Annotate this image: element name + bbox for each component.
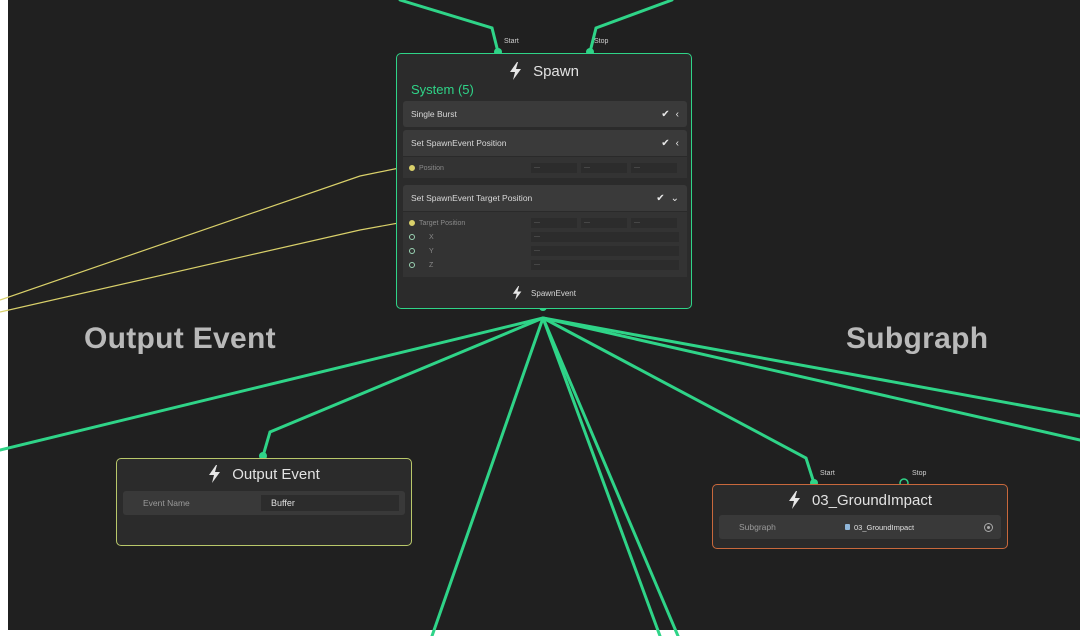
block-title: Single Burst xyxy=(411,109,457,119)
target-y-row: Y — xyxy=(403,244,687,258)
target-y-field[interactable]: — xyxy=(581,218,627,228)
sub-label: Z xyxy=(429,261,434,269)
block-single-burst[interactable]: Single Burst ✔ ‹ xyxy=(403,101,687,127)
lightning-bolt-icon xyxy=(209,465,221,483)
subgraph-port-stop-label: Stop xyxy=(912,470,927,477)
target-y-value[interactable]: — xyxy=(531,246,679,256)
checkmark-icon[interactable]: ✔ xyxy=(661,109,669,120)
settings-icon[interactable] xyxy=(984,522,993,532)
subgraph-field-row: Subgraph 03_GroundImpact xyxy=(719,515,1001,539)
lightning-bolt-icon xyxy=(510,62,522,80)
subgraph-port-start-label: Start xyxy=(820,470,835,477)
sub-label: X xyxy=(429,233,434,241)
port-icon[interactable] xyxy=(409,248,415,254)
position-property: Position — — — xyxy=(403,161,687,175)
target-z-field[interactable]: — xyxy=(631,218,677,228)
port-icon[interactable] xyxy=(409,234,415,240)
wire-down-right-1 xyxy=(541,316,662,636)
position-z-field[interactable]: — xyxy=(631,163,677,173)
block-set-spawnevent-target-position[interactable]: Set SpawnEvent Target Position ✔ ⌄ Targe… xyxy=(403,185,687,277)
output-event-title: Output Event xyxy=(232,465,320,483)
port-icon[interactable] xyxy=(409,220,415,226)
chevron-down-icon[interactable]: ⌄ xyxy=(671,193,679,204)
system-label: System (5) xyxy=(411,82,474,97)
sub-label: Y xyxy=(429,247,434,255)
wire-down-right-2 xyxy=(541,316,680,636)
spawn-node[interactable]: Spawn System (5) Single Burst ✔ ‹ Set Sp… xyxy=(396,53,692,309)
wire-down-left xyxy=(430,316,545,636)
event-name-label: Event Name xyxy=(143,498,190,508)
subgraph-header[interactable]: 03_GroundImpact xyxy=(713,491,1007,509)
port-icon[interactable] xyxy=(409,165,415,171)
position-x-field[interactable]: — xyxy=(531,163,577,173)
block-title: Set SpawnEvent Position xyxy=(411,138,507,148)
lightning-bolt-icon xyxy=(512,286,522,300)
spawn-output-port[interactable]: SpawnEvent xyxy=(397,286,691,300)
target-x-field[interactable]: — xyxy=(531,218,577,228)
output-event-header[interactable]: Output Event xyxy=(117,465,411,483)
block-set-spawnevent-position[interactable]: Set SpawnEvent Position ✔ ‹ Position — —… xyxy=(403,130,687,178)
port-icon[interactable] xyxy=(409,262,415,268)
subgraph-asset-name: 03_GroundImpact xyxy=(854,522,915,532)
spawn-node-title: Spawn xyxy=(533,62,579,80)
subgraph-node[interactable]: 03_GroundImpact Subgraph 03_GroundImpact xyxy=(712,484,1008,549)
spawnevent-label: SpawnEvent xyxy=(531,288,576,298)
asset-icon xyxy=(845,524,850,530)
target-position-property: Target Position — — — xyxy=(403,216,687,230)
property-label: Target Position xyxy=(419,219,466,227)
chevron-left-icon[interactable]: ‹ xyxy=(676,109,679,120)
property-label: Position xyxy=(419,164,444,172)
event-name-field[interactable]: Buffer xyxy=(261,495,399,511)
wire-target-position-input xyxy=(0,221,405,313)
subgraph-asset-field[interactable]: 03_GroundImpact xyxy=(845,523,914,532)
spawn-port-start-label: Start xyxy=(504,38,519,45)
target-z-row: Z — xyxy=(403,258,687,272)
lightning-bolt-icon xyxy=(788,491,800,509)
wire-to-right-1 xyxy=(541,316,1080,418)
target-x-row: X — xyxy=(403,230,687,244)
target-z-value[interactable]: — xyxy=(531,260,679,270)
subgraph-field-label: Subgraph xyxy=(739,522,776,532)
section-title-subgraph: Subgraph xyxy=(846,322,989,355)
block-title: Set SpawnEvent Target Position xyxy=(411,193,533,203)
subgraph-title: 03_GroundImpact xyxy=(811,491,933,509)
checkmark-icon[interactable]: ✔ xyxy=(661,138,669,149)
event-name-row: Event Name Buffer xyxy=(123,491,405,515)
output-event-node[interactable]: Output Event Event Name Buffer xyxy=(116,458,412,546)
position-y-field[interactable]: — xyxy=(581,163,627,173)
wire-to-right-2 xyxy=(541,316,1080,442)
spawn-node-header[interactable]: Spawn xyxy=(397,62,691,80)
target-x-value[interactable]: — xyxy=(531,232,679,242)
wire-start-input xyxy=(398,0,500,54)
section-title-output-event: Output Event xyxy=(84,322,276,355)
checkmark-icon[interactable]: ✔ xyxy=(656,193,664,204)
spawn-port-stop-label: Stop xyxy=(594,38,609,45)
chevron-left-icon[interactable]: ‹ xyxy=(676,138,679,149)
